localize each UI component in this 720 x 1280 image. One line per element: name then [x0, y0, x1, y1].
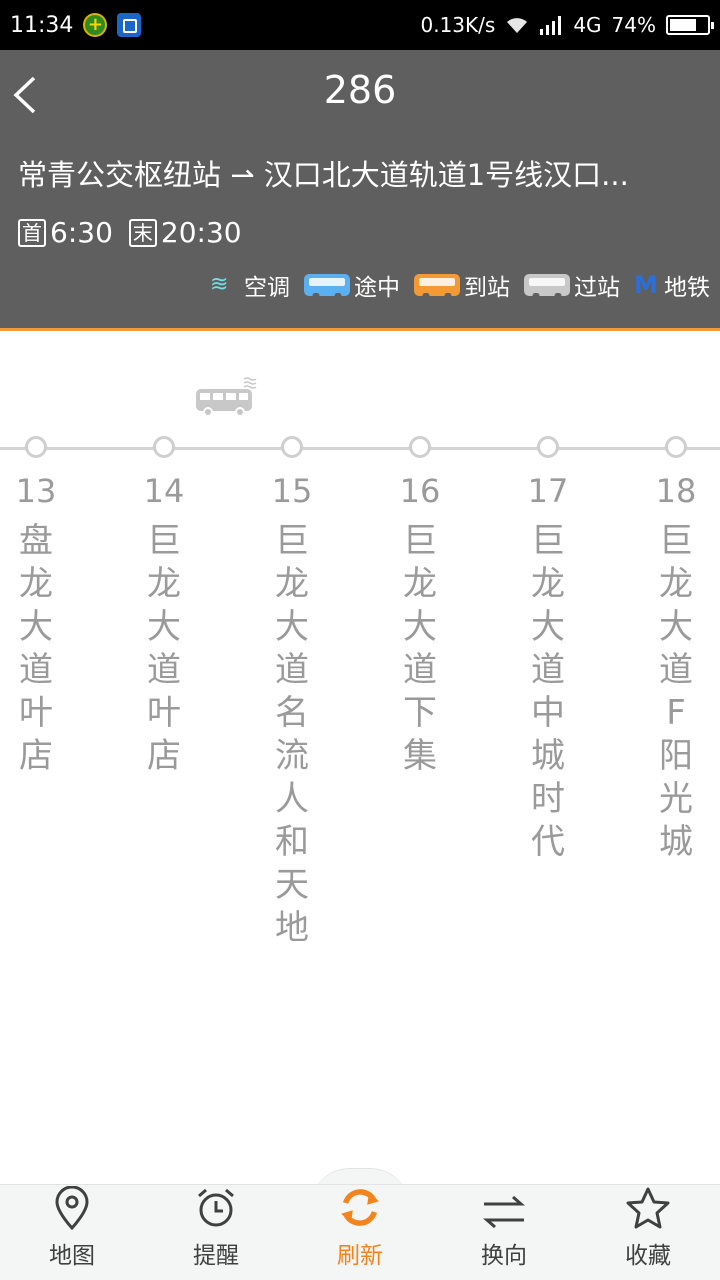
- legend-metro: M 地铁: [634, 268, 710, 302]
- last-bus-time: 20:30: [160, 216, 242, 249]
- legend-en-route-label: 途中: [354, 275, 400, 301]
- location-pin-icon: [55, 1186, 89, 1230]
- station-name: 巨龙大道叶店: [147, 521, 181, 776]
- station-item[interactable]: 17 巨龙大道中城时代: [503, 436, 593, 864]
- bus-passed-icon: [524, 274, 570, 300]
- station-number: 15: [271, 472, 313, 510]
- station-number: 14: [143, 472, 185, 510]
- bus-passed-marker-icon: [196, 377, 257, 417]
- station-dot: [537, 436, 559, 458]
- screenshot-notification-icon: [117, 13, 142, 37]
- nav-favorite-button[interactable]: 收藏: [576, 1185, 720, 1280]
- station-dot: [665, 436, 687, 458]
- legend-ac-label: 空调: [244, 275, 290, 301]
- station-list[interactable]: 13 盘龙大道叶店 14 巨龙大道叶店 15 巨龙大道名流人和天地 16 巨龙大…: [0, 331, 720, 1181]
- refresh-icon: [341, 1189, 379, 1226]
- nav-map-label: 地图: [49, 1243, 95, 1269]
- legend-metro-label: 地铁: [664, 275, 710, 301]
- station-item[interactable]: 18 巨龙大道F阳光城: [631, 436, 720, 864]
- legend-arrived-label: 到站: [464, 275, 510, 301]
- network-type: 4G: [573, 13, 602, 37]
- battery-icon: [666, 15, 714, 35]
- service-hours: 首 6:30 末 20:30: [18, 216, 258, 249]
- route-number: 286: [323, 68, 397, 112]
- status-bar: 11:34 + 0.13K/s 4G 74%: [0, 0, 720, 50]
- last-bus-tag: 末: [128, 218, 157, 247]
- status-time: 11:34: [10, 12, 74, 38]
- station-dot: [25, 436, 47, 458]
- nav-reminder-button[interactable]: 提醒: [144, 1185, 288, 1280]
- metro-icon: M: [634, 271, 658, 299]
- network-speed: 0.13K/s: [420, 13, 496, 37]
- station-item[interactable]: 16 巨龙大道下集: [375, 436, 465, 778]
- station-name: 巨龙大道中城时代: [531, 521, 565, 862]
- station-dot: [409, 436, 431, 458]
- station-number: 18: [655, 472, 697, 510]
- bottom-nav: 地图 提醒 刷新 换向 收藏: [0, 1184, 720, 1280]
- legend-passed-label: 过站: [574, 275, 620, 301]
- wifi-icon: [507, 18, 528, 33]
- signal-icon: [540, 16, 562, 35]
- battery-percent: 74%: [611, 13, 656, 37]
- station-number: 16: [399, 472, 441, 510]
- legend-passed: 过站: [524, 268, 620, 302]
- station-item[interactable]: 14 巨龙大道叶店: [119, 436, 209, 778]
- nav-reverse-button[interactable]: 换向: [432, 1185, 576, 1280]
- station-dot: [153, 436, 175, 458]
- nav-refresh-label: 刷新: [337, 1243, 383, 1269]
- legend-arrived: 到站: [414, 268, 510, 302]
- nav-favorite-label: 收藏: [625, 1243, 671, 1269]
- station-number: 17: [527, 472, 569, 510]
- station-name: 巨龙大道F阳光城: [659, 521, 693, 862]
- station-number: 13: [15, 472, 57, 510]
- legend: ≋ 空调 途中 到站 过站 M 地铁: [210, 268, 710, 302]
- app-notification-icon: +: [83, 13, 108, 37]
- station-name: 巨龙大道名流人和天地: [275, 521, 309, 948]
- station-dot: [281, 436, 303, 458]
- legend-ac: ≋ 空调: [210, 268, 290, 302]
- first-bus-tag: 首: [18, 218, 46, 247]
- nav-map-button[interactable]: 地图: [0, 1185, 144, 1280]
- route-direction: 常青公交枢纽站 ⇀ 汉口北大道轨道1号线汉口...: [18, 158, 629, 192]
- station-item[interactable]: 15 巨龙大道名流人和天地: [247, 436, 337, 950]
- nav-refresh-button[interactable]: 刷新: [288, 1185, 432, 1280]
- nav-reminder-label: 提醒: [193, 1243, 239, 1269]
- swap-direction-icon: [483, 1195, 525, 1229]
- nav-reverse-label: 换向: [481, 1243, 527, 1269]
- legend-en-route: 途中: [304, 268, 400, 302]
- star-icon: [626, 1187, 670, 1229]
- route-header: 286 常青公交枢纽站 ⇀ 汉口北大道轨道1号线汉口... 首 6:30 末 2…: [0, 50, 720, 330]
- air-conditioning-icon: ≋: [210, 272, 229, 297]
- alarm-clock-icon: [198, 1188, 234, 1227]
- station-name: 巨龙大道下集: [403, 521, 437, 776]
- bus-arrived-icon: [414, 274, 460, 300]
- bus-en-route-icon: [304, 274, 350, 300]
- first-bus-time: 6:30: [50, 216, 113, 249]
- station-item[interactable]: 13 盘龙大道叶店: [0, 436, 81, 778]
- route-line: [0, 447, 720, 450]
- station-name: 盘龙大道叶店: [19, 521, 53, 776]
